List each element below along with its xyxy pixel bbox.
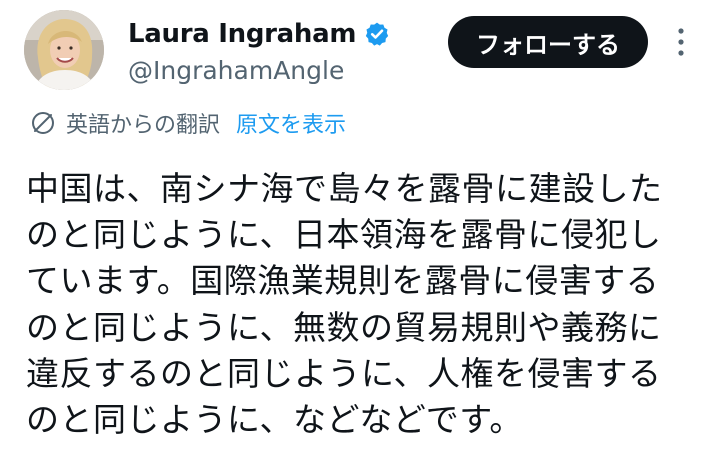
- tweet-text-line: 違反するのと同じように、人権を侵害する: [26, 353, 662, 393]
- show-original-link[interactable]: 原文を表示: [236, 107, 346, 139]
- verified-badge-icon: [364, 21, 390, 47]
- author-display-name[interactable]: Laura Ingraham: [128, 19, 356, 49]
- profile-photo-icon: [24, 10, 104, 90]
- tweet-text: 中国は、南シナ海で島々を露骨に建設した のと同じように、日本領海を露骨に侵犯し …: [26, 166, 696, 443]
- tweet-text-line: 中国は、南シナ海で島々を露骨に建設した: [26, 169, 663, 208]
- translate-icon: [30, 110, 56, 136]
- translation-notice: 英語からの翻訳 原文を表示: [30, 106, 346, 140]
- tweet-header: Laura Ingraham @IngrahamAngle フォローする: [24, 10, 696, 94]
- tweet-text-line: のと同じように、無数の貿易規則や義務に: [26, 307, 662, 347]
- translation-label: 英語からの翻訳: [66, 113, 221, 138]
- tweet-text-line: ています。国際漁業規則を露骨に侵害する: [26, 261, 660, 301]
- follow-button[interactable]: フォローする: [448, 16, 648, 68]
- tweet-text-line: のと同じように、日本領海を露骨に侵犯し: [26, 215, 662, 255]
- more-vertical-icon: [678, 28, 684, 56]
- tweet-text-line: のと同じように、などなどです。: [26, 399, 523, 439]
- more-options-button[interactable]: [666, 20, 696, 64]
- author-handle[interactable]: @IngrahamAngle: [128, 56, 344, 85]
- author-name-row: Laura Ingraham: [128, 16, 390, 52]
- avatar[interactable]: [24, 10, 104, 90]
